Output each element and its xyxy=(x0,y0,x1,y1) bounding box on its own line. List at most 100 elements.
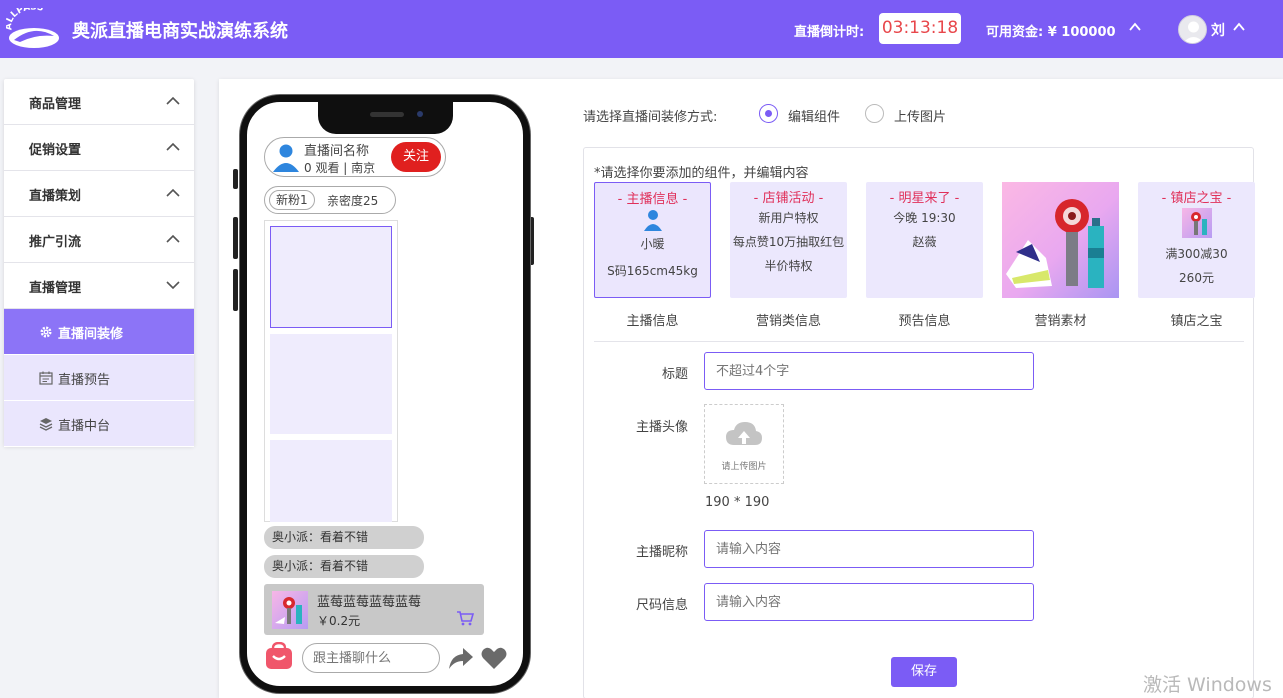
product-name: 蓝莓蓝莓蓝莓蓝莓 xyxy=(317,595,422,610)
radio-upload-image-label[interactable]: 上传图片 xyxy=(894,106,946,125)
component-card-line: 满300减30 xyxy=(1165,247,1228,261)
person-icon xyxy=(643,210,662,231)
svg-text:ALLPASS: ALLPASS xyxy=(6,8,44,30)
sidebar-group-label: 商品管理 xyxy=(29,97,82,112)
chat-comment: 奥小派：看着不错 xyxy=(264,526,424,549)
nickname-input[interactable] xyxy=(704,530,1034,568)
sidebar-group-live-management[interactable]: 直播管理 xyxy=(4,263,194,309)
product-price: ￥0.2元 xyxy=(317,614,361,628)
phone-side-button xyxy=(233,169,238,189)
cloud-upload-icon xyxy=(726,422,762,445)
component-slot-list xyxy=(264,220,398,522)
component-card-line: 新用户特权 xyxy=(758,211,819,225)
radio-upload-image[interactable] xyxy=(865,104,884,123)
component-card-store-treasure[interactable]: - 镇店之宝 - 满300减30 260元 xyxy=(1138,182,1255,298)
phone-preview: 直播间名称 0 观看 | 南京 关注 新粉1 亲密度25 奥小派：看着不错 奥小… xyxy=(240,95,530,693)
sidebar-item-label: 直播中台 xyxy=(58,419,111,434)
sidebar-group-product[interactable]: 商品管理 xyxy=(4,79,194,125)
heart-icon[interactable] xyxy=(481,646,507,670)
component-card-line: 半价特权 xyxy=(764,259,813,273)
host-info-card[interactable]: 直播间名称 0 观看 | 南京 关注 xyxy=(264,137,446,177)
sidebar-group-label: 推广引流 xyxy=(29,235,82,250)
new-fans-badge: 新粉1 xyxy=(269,190,315,210)
funds-chevron-up-icon[interactable] xyxy=(1128,20,1142,34)
treasure-product-thumbnail xyxy=(1181,208,1212,238)
calendar-icon xyxy=(39,371,53,385)
phone-camera xyxy=(417,111,423,117)
radio-edit-component[interactable] xyxy=(759,104,778,123)
component-card-title: - 主播信息 - xyxy=(617,192,688,207)
chat-comment: 奥小派：看着不错 xyxy=(264,555,424,578)
windows-activation-watermark: 激活 Windows xyxy=(1143,674,1272,696)
pinned-product-card[interactable]: 蓝莓蓝莓蓝莓蓝莓 ￥0.2元 xyxy=(264,584,484,635)
component-slot[interactable] xyxy=(270,334,392,434)
layers-icon xyxy=(39,418,53,431)
component-card-preview-info[interactable]: - 明星来了 - 今晚 19:30 赵薇 xyxy=(866,182,983,298)
sidebar-item-room-decoration[interactable]: 直播间装修 xyxy=(4,309,194,355)
component-name: 营销素材 xyxy=(1034,314,1087,329)
intimacy-level: 亲密度25 xyxy=(327,194,379,208)
host-avatar-label: 主播头像 xyxy=(635,420,688,435)
main-panel: 直播间名称 0 观看 | 南京 关注 新粉1 亲密度25 奥小派：看着不错 奥小… xyxy=(219,79,1283,698)
available-funds: 可用资金: ¥ 100000 xyxy=(986,25,1116,40)
host-avatar-icon xyxy=(273,144,299,172)
size-info-input[interactable] xyxy=(704,583,1034,621)
sidebar-group-label: 直播策划 xyxy=(29,189,82,204)
chevron-down-icon xyxy=(166,281,180,290)
phone-notch xyxy=(318,100,453,134)
component-card-title: - 镇店之宝 - xyxy=(1161,191,1232,206)
component-card-line: 每点赞10万抽取红包 xyxy=(732,235,845,249)
cart-icon[interactable] xyxy=(456,610,474,626)
countdown-timer: 03:13:18 xyxy=(879,13,961,44)
component-card-marketing-info[interactable]: - 店铺活动 - 新用户特权 每点赞10万抽取红包 半价特权 xyxy=(730,182,847,298)
sidebar-item-label: 直播预告 xyxy=(58,373,111,388)
component-slot[interactable] xyxy=(270,440,392,522)
component-card-title: - 明星来了 - xyxy=(889,191,960,206)
component-card-line: 小暖 xyxy=(640,237,665,251)
user-name[interactable]: 刘 xyxy=(1211,20,1225,40)
upload-hint: 请上传图片 xyxy=(721,462,767,472)
sidebar: 商品管理 促销设置 直播策划 推广引流 直播管理 直播间装修 直播预告 直播中台 xyxy=(4,79,194,447)
host-room-name: 直播间名称 xyxy=(304,144,370,159)
component-name: 营销类信息 xyxy=(755,314,821,329)
sidebar-group-label: 促销设置 xyxy=(29,143,82,158)
component-card-line: S码165cm45kg xyxy=(607,264,698,278)
component-slot-selected[interactable] xyxy=(270,226,392,328)
share-icon[interactable] xyxy=(448,646,474,670)
sidebar-item-label: 直播间装修 xyxy=(58,327,124,342)
allpass-logo: ALLPASS xyxy=(4,2,62,50)
nickname-label: 主播昵称 xyxy=(635,545,688,560)
top-header: ALLPASS 奥派直播电商实战演练系统 直播倒计时: 03:13:18 可用资… xyxy=(0,0,1283,58)
follow-button[interactable]: 关注 xyxy=(391,142,441,172)
component-name: 预告信息 xyxy=(898,314,951,329)
component-card-line: 260元 xyxy=(1179,271,1214,285)
sidebar-group-planning[interactable]: 直播策划 xyxy=(4,171,194,217)
user-avatar[interactable] xyxy=(1178,15,1207,44)
fans-intimacy-pill: 新粉1 亲密度25 xyxy=(264,186,396,214)
title-input[interactable] xyxy=(704,352,1034,390)
save-button[interactable]: 保存 xyxy=(891,657,957,687)
user-chevron-up-icon[interactable] xyxy=(1232,20,1246,34)
component-name: 主播信息 xyxy=(626,314,679,329)
avatar-upload[interactable]: 请上传图片 xyxy=(704,404,784,484)
radio-edit-component-label[interactable]: 编辑组件 xyxy=(788,106,840,125)
sidebar-item-live-console[interactable]: 直播中台 xyxy=(4,401,194,447)
shopping-bag-icon[interactable] xyxy=(265,642,293,670)
product-thumbnail xyxy=(272,591,308,629)
chevron-up-icon xyxy=(166,234,180,243)
chevron-up-icon xyxy=(166,96,180,105)
gear-icon xyxy=(40,326,52,338)
sidebar-group-promotion[interactable]: 促销设置 xyxy=(4,125,194,171)
host-stats: 0 观看 | 南京 xyxy=(304,161,376,175)
sidebar-item-live-preview[interactable]: 直播预告 xyxy=(4,355,194,401)
title-label: 标题 xyxy=(661,367,688,382)
chat-input[interactable] xyxy=(302,643,440,673)
component-card-marketing-material[interactable] xyxy=(1002,182,1119,298)
chevron-up-icon xyxy=(166,188,180,197)
component-card-title: - 店铺活动 - xyxy=(753,191,824,206)
component-card-host-info[interactable]: - 主播信息 - 小暖 S码165cm45kg xyxy=(594,182,711,298)
sidebar-group-traffic[interactable]: 推广引流 xyxy=(4,217,194,263)
decoration-mode-label: 请选择直播间装修方式: xyxy=(583,110,718,125)
component-card-line: 赵薇 xyxy=(912,235,937,249)
component-editor: *请选择你要添加的组件，并编辑内容 - 主播信息 - 小暖 S码165cm45k… xyxy=(583,147,1255,698)
